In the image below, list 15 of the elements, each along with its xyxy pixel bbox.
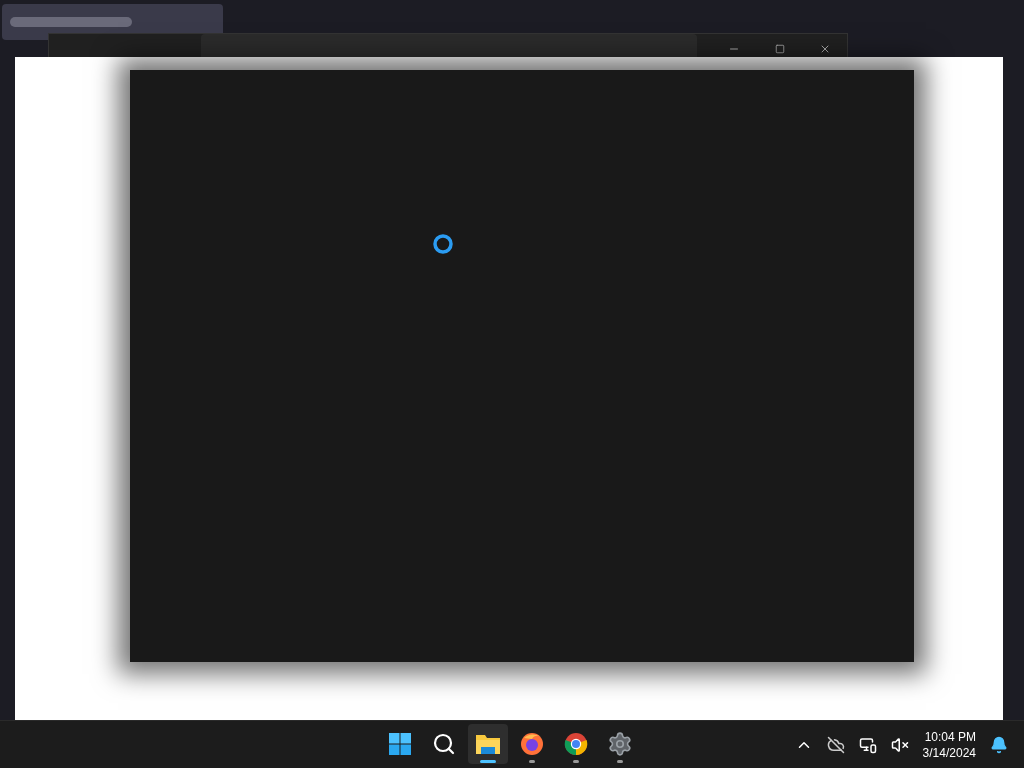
chrome-icon <box>564 732 588 756</box>
clock-date[interactable]: 3/14/2024 <box>922 744 976 761</box>
gear-icon <box>607 731 633 757</box>
volume-muted-icon[interactable] <box>890 735 909 754</box>
maximize-icon[interactable] <box>775 44 785 54</box>
search-icon <box>432 732 456 756</box>
close-icon[interactable] <box>819 43 831 55</box>
windows-icon <box>388 732 412 756</box>
network-icon[interactable] <box>858 735 877 754</box>
folder-icon <box>475 732 501 756</box>
clock-time[interactable]: 10:04 PM <box>924 728 976 745</box>
taskbar-app[interactable] <box>468 724 508 764</box>
notification-bell-icon[interactable] <box>990 735 1008 754</box>
cloud-off-icon[interactable] <box>826 735 845 754</box>
firefox-icon <box>520 732 544 756</box>
